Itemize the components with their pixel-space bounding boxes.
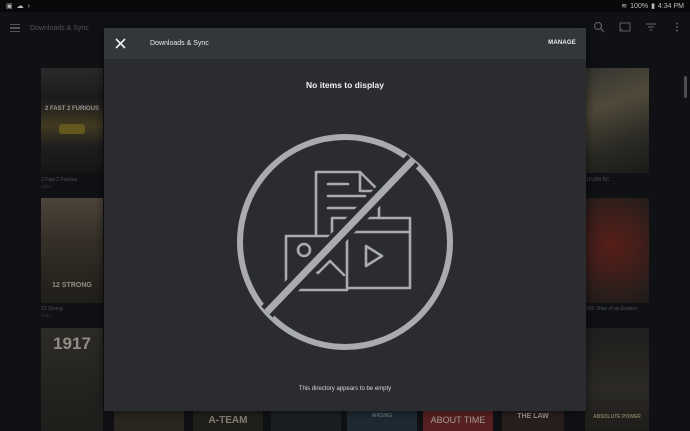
manage-button[interactable]: MANAGE [548,40,576,46]
downloads-dialog: Downloads & Sync MANAGE No items to disp… [104,28,586,411]
dialog-header: Downloads & Sync MANAGE [104,28,586,59]
empty-state-heading: No items to display [306,80,384,90]
no-items-icon [237,134,453,350]
dialog-title: Downloads & Sync [150,40,209,47]
close-icon[interactable] [114,37,127,50]
empty-state-caption: This directory appears to be empty [298,386,392,392]
